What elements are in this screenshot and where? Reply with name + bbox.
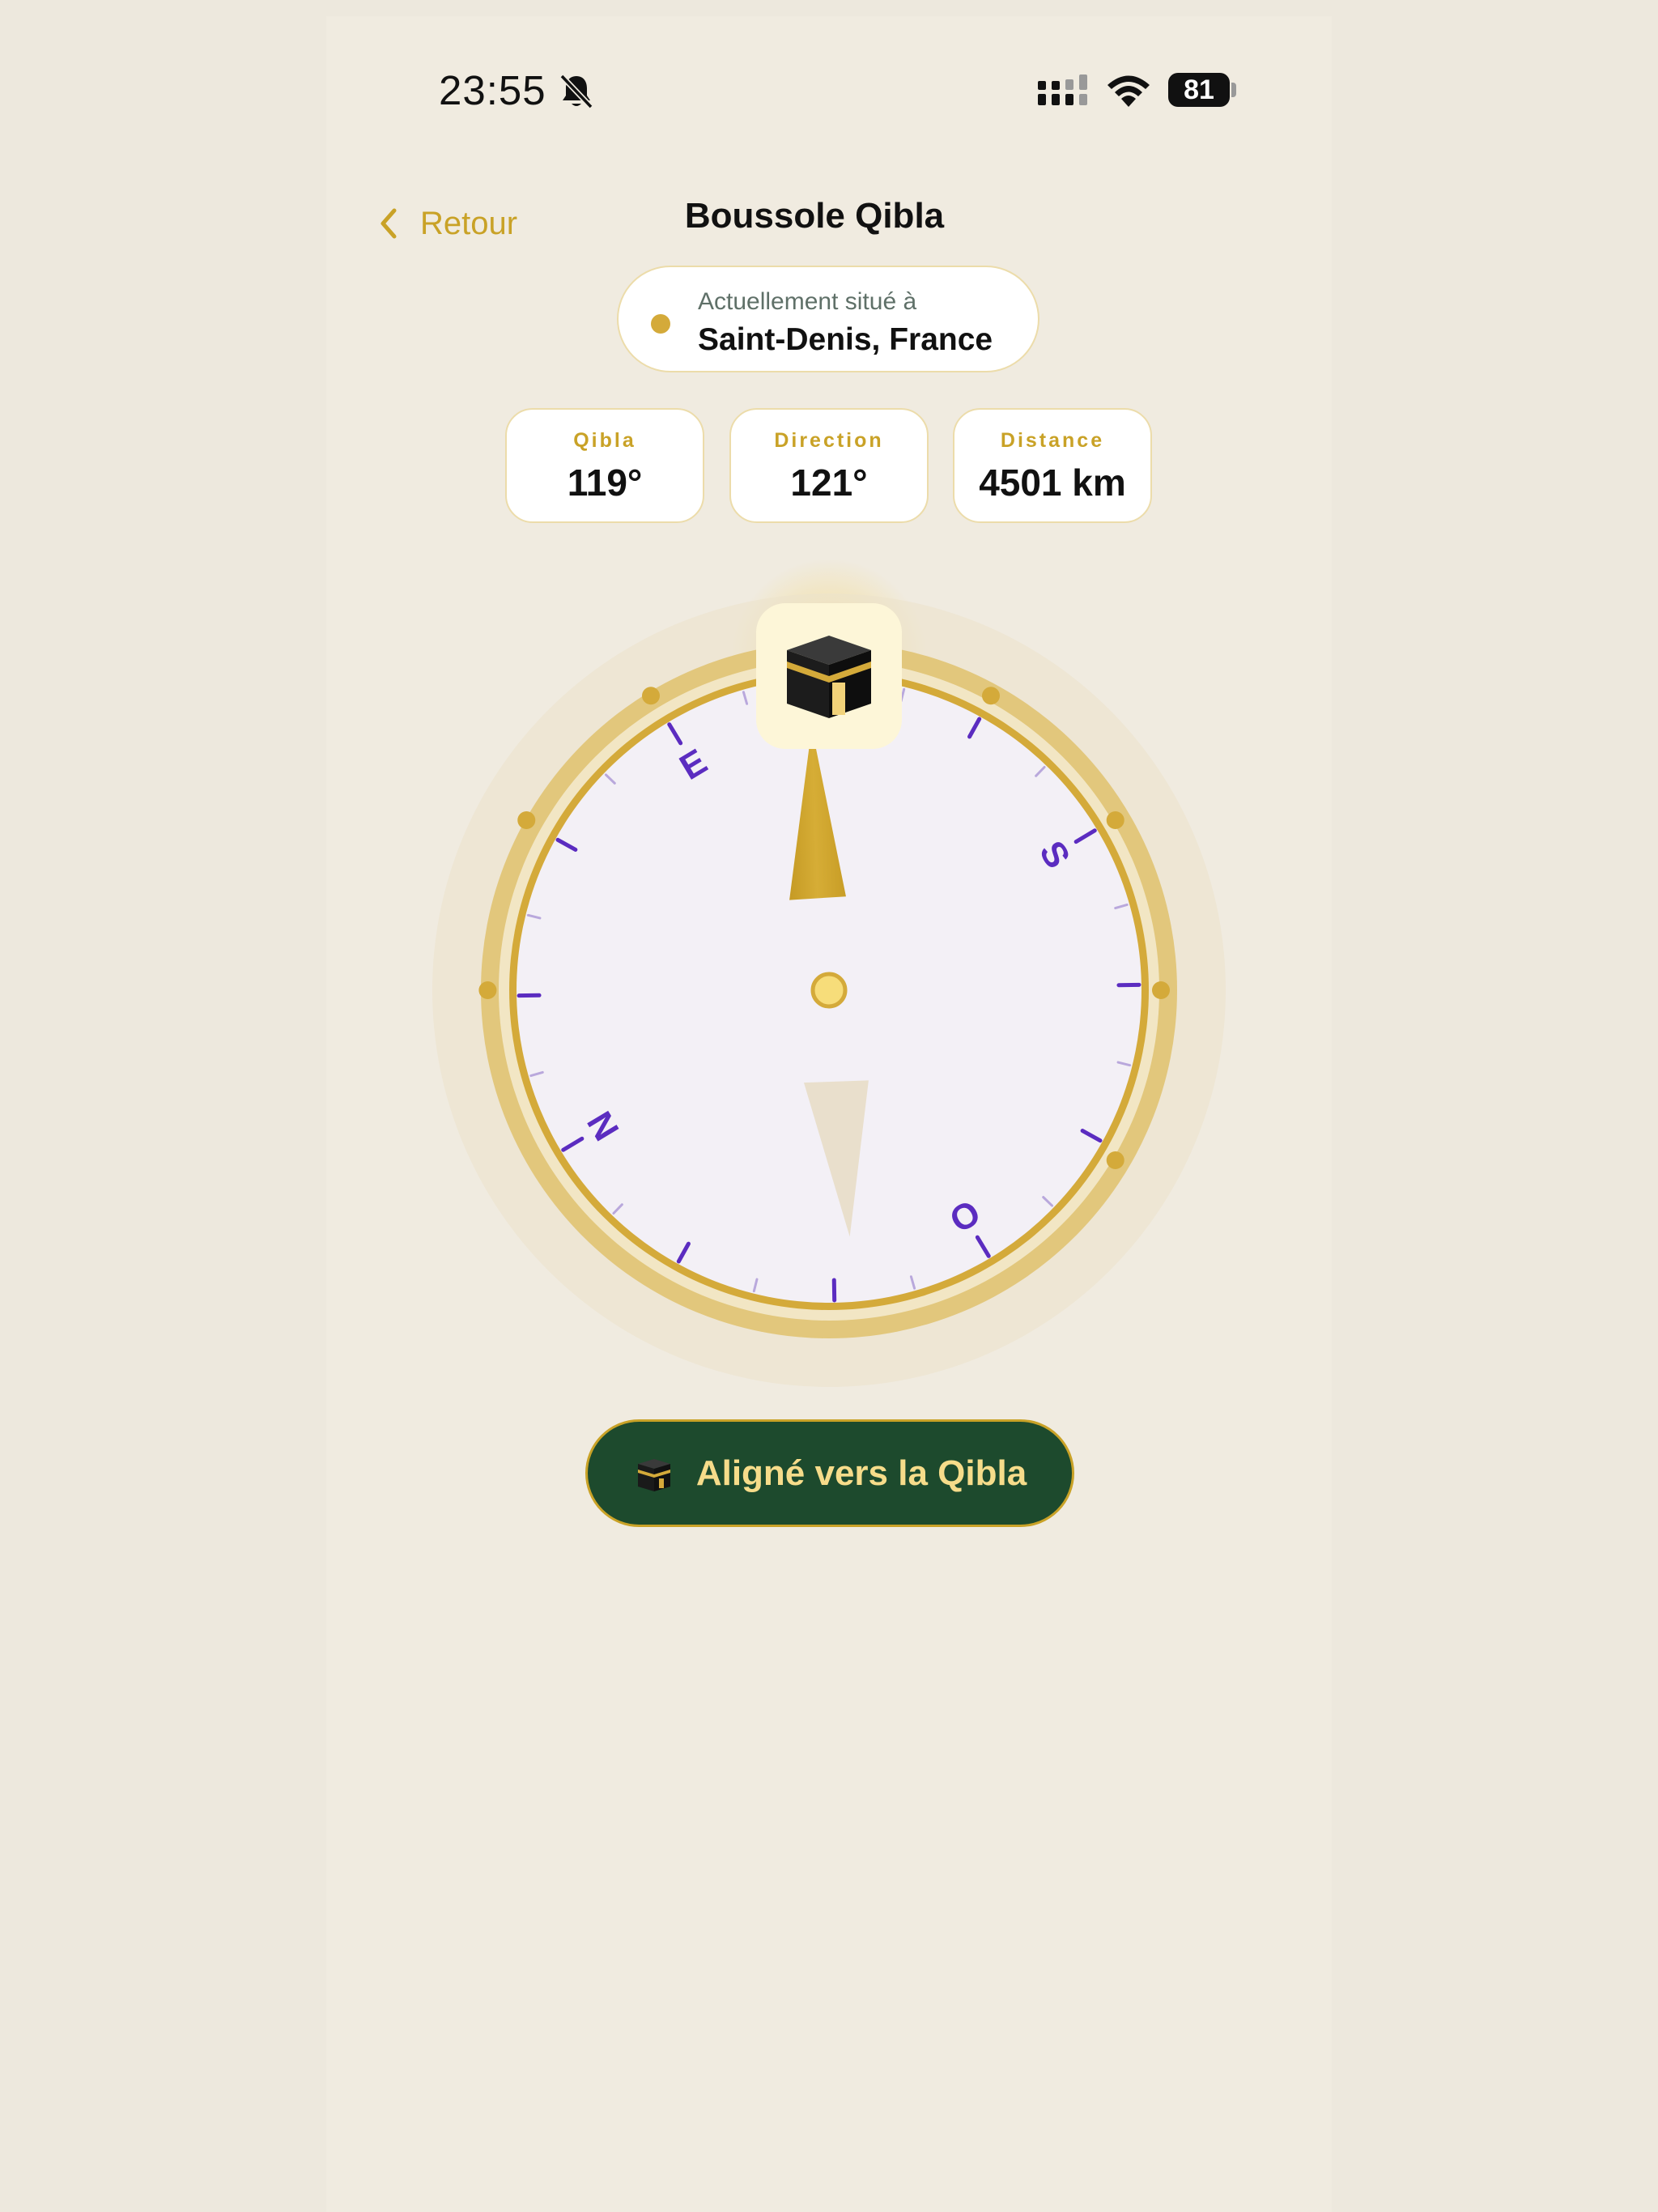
aligned-status-button[interactable]: Aligné vers la Qibla bbox=[585, 1419, 1074, 1527]
stat-value: 119° bbox=[567, 462, 643, 504]
wifi-icon bbox=[1107, 75, 1150, 107]
compass-area bbox=[470, 640, 1167, 1336]
signal-icon bbox=[1038, 74, 1087, 105]
stat-label: Qibla bbox=[573, 429, 636, 452]
stat-card-distance: Distance 4501 km bbox=[953, 408, 1152, 523]
stat-value: 4501 km bbox=[979, 462, 1126, 504]
location-dot-icon bbox=[651, 314, 670, 334]
stat-card-direction: Direction 121° bbox=[729, 408, 929, 523]
location-pill[interactable]: Actuellement situé à Saint-Denis, France bbox=[617, 266, 1039, 372]
stat-label: Distance bbox=[1000, 429, 1105, 452]
kaaba-icon bbox=[637, 1458, 670, 1491]
stat-card-qibla: Qibla 119° bbox=[505, 408, 704, 523]
location-city: Saint-Denis, France bbox=[698, 322, 993, 357]
battery-indicator: 81 bbox=[1168, 73, 1230, 107]
bell-muted-icon bbox=[559, 74, 593, 109]
stat-value: 121° bbox=[790, 462, 868, 504]
status-time: 23:55 bbox=[439, 67, 546, 113]
location-subtitle: Actuellement situé à bbox=[698, 288, 917, 315]
battery-cap bbox=[1231, 83, 1236, 97]
aligned-status-label: Aligné vers la Qibla bbox=[695, 1453, 1027, 1493]
screen: 23:55 81 Retour Boussole Qibla Actuellem… bbox=[326, 16, 1332, 2212]
page-title: Boussole Qibla bbox=[684, 196, 945, 236]
stat-label: Direction bbox=[774, 429, 884, 452]
